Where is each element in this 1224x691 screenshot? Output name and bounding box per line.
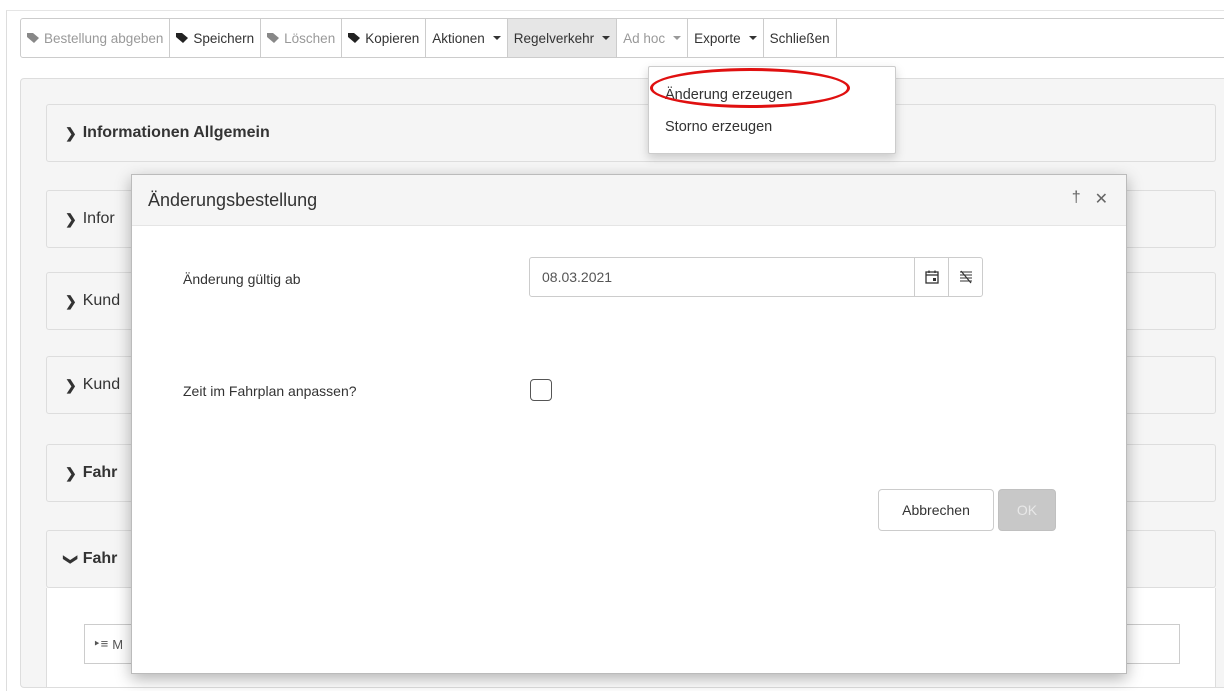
- bestellung-abgeben-label: Bestellung abgeben: [44, 30, 164, 46]
- ad-hoc-dropdown-button[interactable]: Ad hoc: [617, 19, 689, 57]
- zeit-im-fahrplan-checkbox[interactable]: [530, 379, 552, 401]
- chevron-right-icon: ❯: [65, 124, 77, 141]
- date-input-icons: [914, 258, 982, 296]
- dialog-title: Änderungsbestellung: [148, 189, 318, 210]
- menu-item-storno-erzeugen[interactable]: Storno erzeugen: [649, 111, 895, 143]
- aktionen-dropdown-button[interactable]: Aktionen: [426, 19, 508, 57]
- chevron-down-icon: ❯: [63, 553, 80, 565]
- inner-toolbar-label: M: [112, 636, 124, 652]
- menu-item-aenderung-erzeugen[interactable]: Änderung erzeugen: [649, 79, 895, 111]
- aktionen-label: Aktionen: [432, 30, 485, 46]
- list-icon: ‣≡: [93, 636, 109, 651]
- bestellung-abgeben-button[interactable]: Bestellung abgeben: [21, 19, 171, 57]
- tag-icon: [176, 33, 189, 43]
- panel-title: Informationen Allgemein: [82, 124, 270, 141]
- aenderung-gueltig-ab-label: Änderung gültig ab: [183, 271, 301, 287]
- close-icon[interactable]: ✕: [1095, 189, 1108, 209]
- panel-title: Kund: [82, 292, 121, 309]
- chevron-right-icon: ❯: [65, 210, 77, 227]
- schliessen-label: Schließen: [769, 30, 830, 46]
- panel-title: Fahr: [82, 550, 118, 567]
- tag-icon: [267, 33, 280, 43]
- regelverkehr-dropdown-button[interactable]: Regelverkehr: [507, 19, 618, 57]
- chevron-right-icon: ❯: [65, 292, 77, 309]
- caret-down-icon: [748, 36, 757, 40]
- tag-icon: [27, 33, 39, 43]
- aenderung-gueltig-ab-input[interactable]: 08.03.2021: [529, 257, 983, 297]
- ad-hoc-label: Ad hoc: [623, 30, 666, 46]
- clear-date-icon[interactable]: [948, 258, 982, 296]
- dialog-header: Änderungsbestellung † ✕: [132, 175, 1126, 226]
- calendar-icon[interactable]: [914, 258, 948, 296]
- kopieren-button[interactable]: Kopieren: [342, 19, 427, 57]
- panel-title: Infor: [82, 210, 115, 227]
- dialog-header-icons: † ✕: [1072, 189, 1108, 209]
- panel-title: Kund: [82, 376, 121, 393]
- speichern-label: Speichern: [193, 30, 255, 46]
- speichern-button[interactable]: Speichern: [170, 19, 262, 57]
- exporte-label: Exporte: [694, 30, 741, 46]
- ok-button[interactable]: OK: [998, 489, 1056, 531]
- caret-down-icon: [492, 36, 501, 40]
- kopieren-label: Kopieren: [365, 30, 420, 46]
- panel-title: Fahr: [82, 464, 118, 481]
- tag-icon: [348, 33, 361, 43]
- cancel-button[interactable]: Abbrechen: [878, 489, 994, 531]
- chevron-right-icon: ❯: [65, 464, 77, 481]
- exporte-dropdown-button[interactable]: Exporte: [688, 19, 764, 57]
- schliessen-button[interactable]: Schließen: [764, 19, 837, 57]
- caret-down-icon: [673, 36, 682, 40]
- regelverkehr-label: Regelverkehr: [513, 30, 595, 46]
- chevron-right-icon: ❯: [65, 376, 77, 393]
- toolbar: Bestellung abgeben Speichern Löschen Kop…: [20, 18, 1224, 58]
- pin-icon[interactable]: †: [1072, 189, 1081, 209]
- loeschen-button[interactable]: Löschen: [261, 19, 343, 57]
- zeit-im-fahrplan-label: Zeit im Fahrplan anpassen?: [183, 383, 357, 399]
- caret-down-icon: [602, 36, 611, 40]
- regelverkehr-dropdown-menu: Änderung erzeugen Storno erzeugen: [648, 66, 896, 154]
- aenderungsbestellung-dialog: Änderungsbestellung † ✕ Änderung gültig …: [131, 174, 1127, 674]
- date-value: 08.03.2021: [542, 269, 613, 285]
- panel-informationen-allgemein[interactable]: ❯ Informationen Allgemein: [46, 104, 1216, 162]
- loeschen-label: Löschen: [284, 30, 336, 46]
